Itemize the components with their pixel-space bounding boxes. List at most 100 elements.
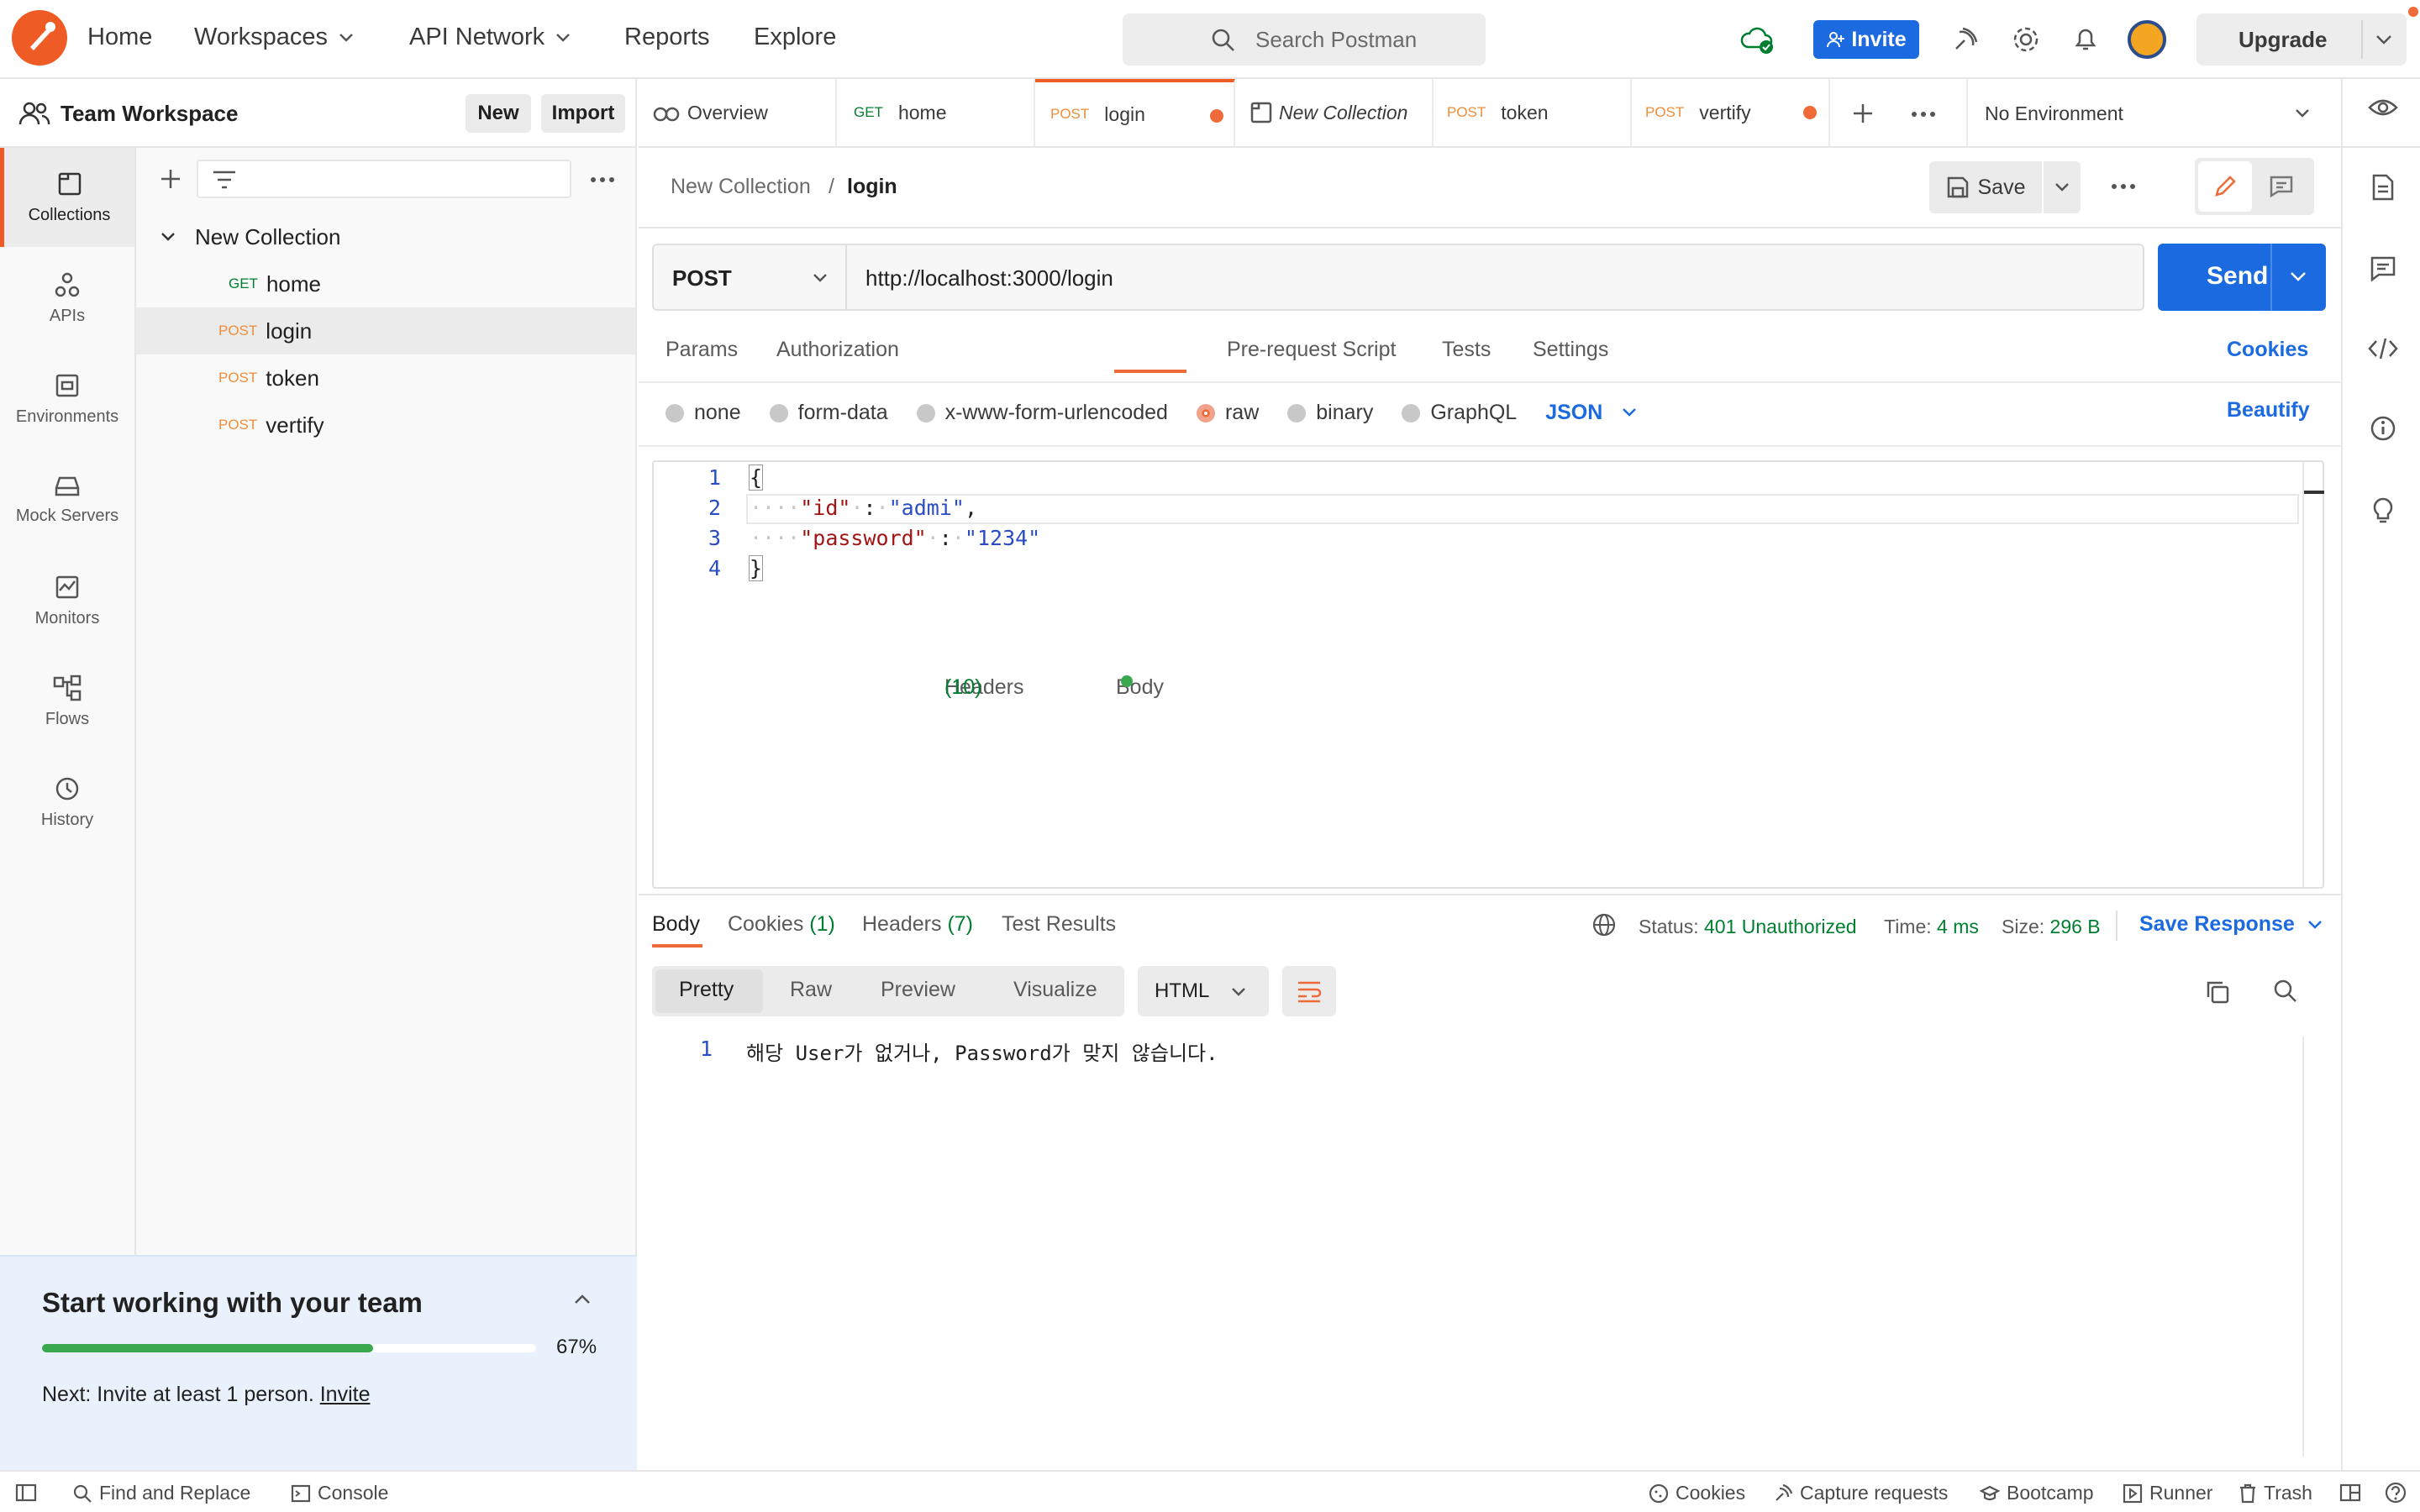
tab-settings[interactable]: Settings bbox=[1533, 338, 1608, 362]
bootcamp-button[interactable]: Bootcamp bbox=[1980, 1482, 2094, 1504]
tab-new-collection[interactable]: New Collection bbox=[1235, 79, 1434, 146]
editor-scrollbar[interactable] bbox=[2302, 462, 2324, 887]
bell-icon[interactable] bbox=[2072, 25, 2099, 54]
info-icon[interactable] bbox=[2370, 415, 2396, 442]
rail-flows[interactable]: Flows bbox=[0, 655, 134, 748]
environment-selector[interactable]: No Environment bbox=[1968, 79, 2341, 146]
plus-icon[interactable] bbox=[1850, 101, 1876, 126]
import-button[interactable]: Import bbox=[541, 94, 625, 133]
runner-button[interactable]: Runner bbox=[2123, 1482, 2212, 1504]
more-tabs-icon[interactable] bbox=[1911, 111, 1936, 118]
invite-link[interactable]: Invite bbox=[320, 1383, 371, 1406]
nav-home[interactable]: Home bbox=[87, 24, 152, 51]
request-body-editor[interactable]: 1 2 3 4 { ····"id"·:·"admi", ····"passwo… bbox=[652, 460, 2324, 889]
request-item-token[interactable]: POST token bbox=[136, 354, 635, 402]
request-item-home[interactable]: GET home bbox=[136, 260, 635, 307]
chevron-down-icon[interactable] bbox=[2054, 181, 2070, 193]
globe-icon[interactable] bbox=[1591, 912, 1617, 937]
satellite-icon[interactable] bbox=[1951, 25, 1980, 54]
rail-monitors[interactable]: Monitors bbox=[0, 554, 134, 647]
rail-mock-servers[interactable]: Mock Servers bbox=[0, 454, 134, 546]
nav-explore[interactable]: Explore bbox=[754, 24, 836, 51]
body-type-form-data[interactable]: form-data bbox=[769, 401, 888, 425]
save-button[interactable]: Save bbox=[1929, 161, 2042, 213]
edit-mode-button[interactable] bbox=[2198, 161, 2252, 212]
nav-reports[interactable]: Reports bbox=[624, 24, 710, 51]
view-pretty[interactable]: Pretty bbox=[679, 978, 734, 1002]
trash-button[interactable]: Trash bbox=[2238, 1482, 2312, 1504]
find-replace-button[interactable]: Find and Replace bbox=[72, 1482, 250, 1504]
capture-requests-button[interactable]: Capture requests bbox=[1773, 1482, 1948, 1504]
tab-token[interactable]: POST token bbox=[1434, 79, 1632, 146]
code-icon[interactable] bbox=[2368, 336, 2398, 361]
nav-workspaces[interactable]: Workspaces bbox=[194, 24, 355, 51]
rail-environments[interactable]: Environments bbox=[0, 353, 134, 445]
view-raw[interactable]: Raw bbox=[790, 978, 832, 1002]
response-tab-headers[interactable]: Headers (7) bbox=[862, 912, 973, 937]
body-type-graphql[interactable]: GraphQL bbox=[1402, 401, 1517, 425]
save-response-button[interactable]: Save Response bbox=[2139, 912, 2323, 937]
body-type-binary[interactable]: binary bbox=[1287, 401, 1373, 425]
avatar[interactable] bbox=[2128, 20, 2166, 59]
body-format-select[interactable]: JSON bbox=[1545, 401, 1638, 425]
rail-collections[interactable]: Collections bbox=[0, 148, 134, 247]
search-bar[interactable]: Search Postman bbox=[1123, 13, 1486, 66]
tab-tests[interactable]: Tests bbox=[1442, 338, 1491, 362]
request-item-vertify[interactable]: POST vertify bbox=[136, 402, 635, 449]
tab-overview[interactable]: Overview bbox=[639, 79, 837, 146]
response-tab-cookies[interactable]: Cookies (1) bbox=[728, 912, 835, 937]
copy-icon[interactable] bbox=[2205, 979, 2230, 1005]
request-item-login[interactable]: POST login bbox=[136, 307, 635, 354]
documentation-icon[interactable] bbox=[2371, 173, 2395, 202]
cookies-link[interactable]: Cookies bbox=[2227, 338, 2308, 362]
upgrade-button[interactable]: Upgrade bbox=[2196, 13, 2407, 66]
chevron-down-icon[interactable] bbox=[2289, 270, 2307, 282]
lightbulb-icon[interactable] bbox=[2370, 494, 2396, 524]
cookies-footer-button[interactable]: Cookies bbox=[1649, 1482, 1745, 1504]
postman-logo-icon[interactable] bbox=[12, 10, 67, 66]
response-body-viewer[interactable]: 1 해당 User가 없거나, Password가 맞지 않습니다. bbox=[652, 1037, 2324, 1462]
chevron-down-icon[interactable] bbox=[2375, 34, 2393, 45]
tab-pre-request-script[interactable]: Pre-request Script bbox=[1227, 338, 1396, 362]
url-input[interactable]: http://localhost:3000/login bbox=[865, 265, 1113, 291]
rail-history[interactable]: History bbox=[0, 756, 134, 848]
breadcrumb-collection[interactable]: New Collection bbox=[671, 175, 811, 199]
cloud-sync-icon[interactable] bbox=[1739, 22, 1775, 55]
response-tab-body[interactable]: Body bbox=[652, 912, 700, 937]
collection-row[interactable]: New Collection bbox=[136, 213, 635, 260]
body-type-urlencoded[interactable]: x-www-form-urlencoded bbox=[916, 401, 1168, 425]
send-button[interactable]: Send bbox=[2207, 262, 2268, 291]
filter-input[interactable] bbox=[197, 160, 571, 198]
body-type-none[interactable]: none bbox=[666, 401, 741, 425]
body-type-raw[interactable]: raw bbox=[1196, 401, 1259, 425]
chevron-up-icon[interactable] bbox=[573, 1294, 592, 1305]
gear-icon[interactable] bbox=[2012, 25, 2040, 54]
new-button[interactable]: New bbox=[466, 94, 531, 133]
comment-mode-icon[interactable] bbox=[2269, 175, 2294, 198]
tab-home[interactable]: GET home bbox=[837, 79, 1035, 146]
view-visualize[interactable]: Visualize bbox=[1013, 978, 1097, 1002]
more-options-icon[interactable] bbox=[590, 176, 615, 183]
help-icon[interactable] bbox=[2385, 1482, 2407, 1504]
nav-api-network[interactable]: API Network bbox=[409, 24, 571, 51]
rail-apis[interactable]: APIs bbox=[0, 252, 134, 344]
workspace-name[interactable]: Team Workspace bbox=[60, 101, 238, 127]
beautify-link[interactable]: Beautify bbox=[2227, 398, 2310, 423]
wrap-lines-button[interactable] bbox=[1282, 966, 1336, 1016]
response-tab-test-results[interactable]: Test Results bbox=[1002, 912, 1116, 937]
invite-button[interactable]: Invite bbox=[1813, 20, 1919, 59]
layout-icon[interactable] bbox=[2339, 1483, 2361, 1502]
tab-params[interactable]: Params bbox=[666, 338, 738, 362]
view-preview[interactable]: Preview bbox=[881, 978, 955, 1002]
tab-login[interactable]: POST login bbox=[1035, 79, 1235, 146]
toggle-sidebar-icon[interactable] bbox=[15, 1483, 37, 1502]
more-options-icon[interactable] bbox=[2111, 183, 2136, 190]
method-select[interactable]: POST bbox=[654, 245, 847, 309]
tab-vertify[interactable]: POST vertify bbox=[1632, 79, 1830, 146]
console-button[interactable]: Console bbox=[291, 1482, 388, 1504]
tab-authorization[interactable]: Authorization bbox=[776, 338, 899, 362]
plus-icon[interactable] bbox=[158, 166, 183, 192]
eye-icon[interactable] bbox=[2368, 97, 2398, 118]
response-format-select[interactable]: HTML bbox=[1138, 966, 1269, 1016]
search-icon[interactable] bbox=[2272, 978, 2299, 1005]
